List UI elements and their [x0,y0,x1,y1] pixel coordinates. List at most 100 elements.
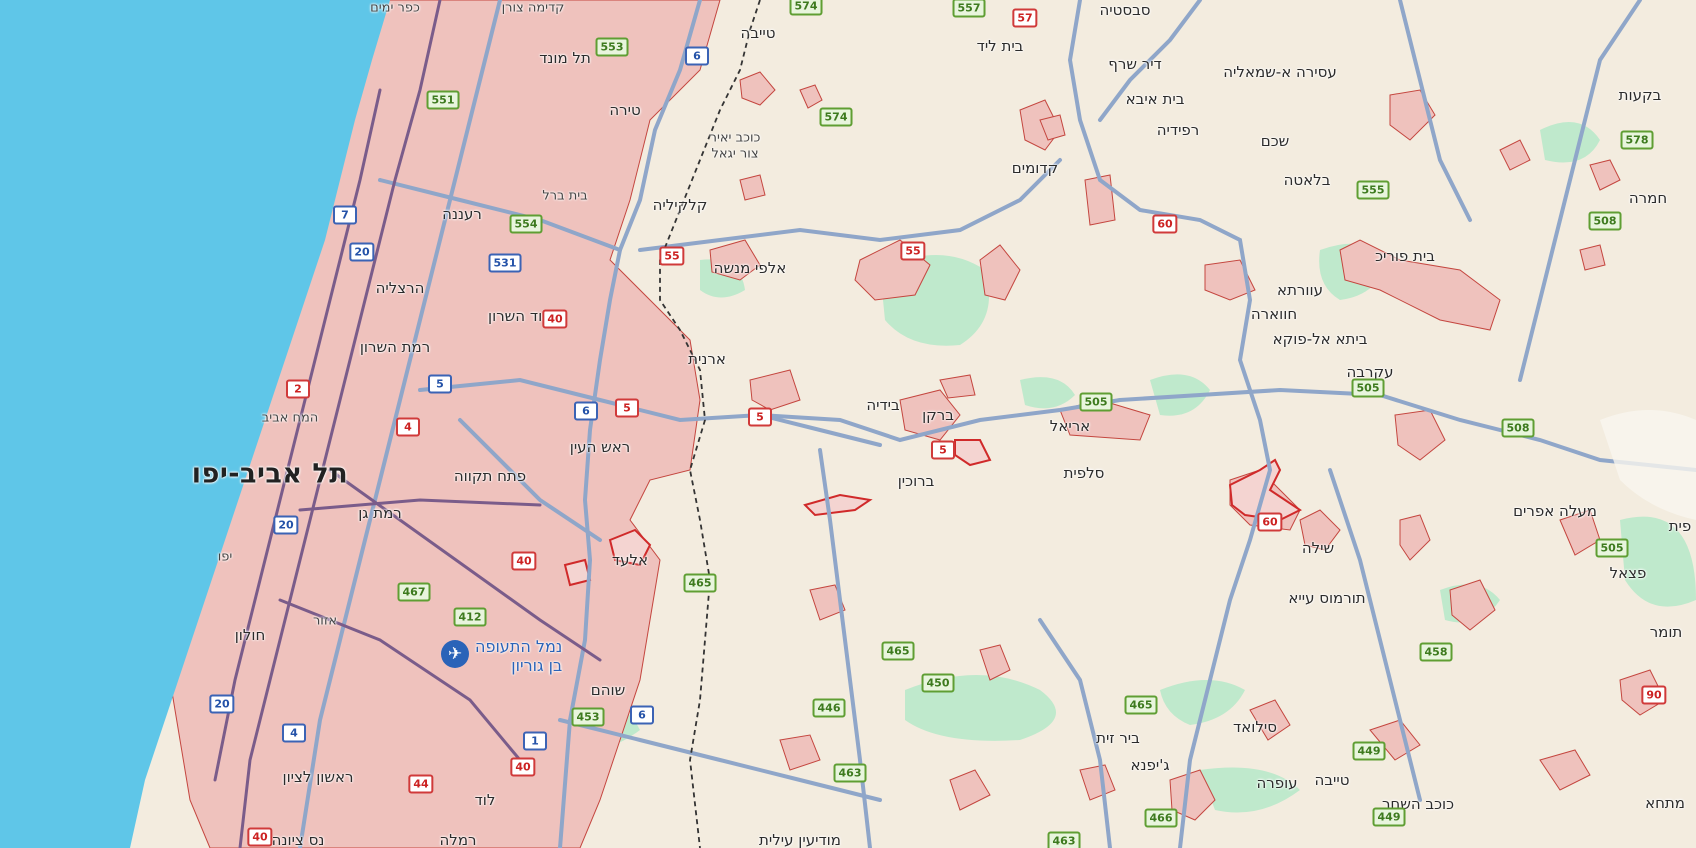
place-label[interactable]: בית ליד [977,37,1024,55]
place-label[interactable]: תומר [1650,623,1683,641]
route-shield-green[interactable]: 574 [789,0,823,16]
route-shield-green[interactable]: 412 [453,607,487,627]
place-label[interactable]: שילה [1302,539,1334,557]
place-label[interactable]: אזור [313,614,337,629]
place-label[interactable]: המח אביב [262,411,319,426]
place-label[interactable]: רעננה [442,205,482,223]
place-label[interactable]: טייבה [741,24,776,42]
route-shield-blue[interactable]: 6 [630,705,654,725]
place-label[interactable]: סלפית [1064,464,1105,482]
route-shield-blue[interactable]: 4 [282,723,306,743]
place-label[interactable]: נס ציונה [272,831,325,848]
route-shield-blue[interactable]: 6 [574,401,598,421]
place-label[interactable]: בית פוריכ [1375,247,1435,265]
route-shield-green[interactable]: 557 [952,0,986,18]
route-shield-red[interactable]: 60 [1152,214,1178,234]
place-label[interactable]: ברקן [922,406,954,424]
place-label[interactable]: מודיעין עילית [759,831,841,848]
place-label[interactable]: פתח תקווה [454,467,526,485]
place-label[interactable]: חמרה [1629,189,1667,207]
place-label[interactable]: ראש העין [570,438,631,456]
place-label[interactable]: פית [1669,517,1692,535]
place-label[interactable]: חולון [235,626,266,644]
route-shield-green[interactable]: 505 [1351,378,1385,398]
route-shield-green[interactable]: 578 [1620,130,1654,150]
route-shield-blue[interactable]: 531 [488,253,522,273]
route-shield-green[interactable]: 505 [1595,538,1629,558]
route-shield-red[interactable]: 2 [286,379,310,399]
place-label[interactable]: אריאל [1050,417,1090,435]
place-label[interactable]: הרצליה [376,279,425,297]
route-shield-red[interactable]: 57 [1012,8,1038,28]
place-label[interactable]: בקעות [1619,86,1662,104]
place-label[interactable]: מעלה אפרים [1513,502,1597,520]
place-label[interactable]: דיר שרף [1108,55,1161,73]
place-label[interactable]: תל מונד [539,49,591,67]
route-shield-red[interactable]: 40 [247,827,273,847]
map-view[interactable]: כפר ימים קדימה צורן טייבה תל מונד טירה כוכב י… [0,0,1696,848]
place-label[interactable]: לוד [475,791,496,809]
place-label[interactable]: אלעד [612,551,648,569]
place-label[interactable]: בית איבא [1126,90,1185,108]
route-shield-red[interactable]: 5 [748,407,772,427]
place-label[interactable]: חווארה [1251,305,1297,323]
route-shield-green[interactable]: 463 [833,763,867,783]
route-shield-green[interactable]: 465 [683,573,717,593]
place-label[interactable]: תל אביב-יפו [192,459,348,490]
place-label[interactable]: צור יגאל [711,147,758,162]
route-shield-blue[interactable]: 5 [428,374,452,394]
place-label[interactable]: אלפי מנשה [714,259,787,277]
place-label[interactable]: ראשון לציון [282,768,353,786]
place-label[interactable]: טירה [609,101,640,119]
route-shield-green[interactable]: 574 [819,107,853,127]
route-shield-blue[interactable]: 20 [209,694,235,714]
route-shield-blue[interactable]: 20 [273,515,299,535]
place-label[interactable]: שוהם [591,681,625,699]
route-shield-blue[interactable]: 6 [685,46,709,66]
route-shield-green[interactable]: 465 [1124,695,1158,715]
route-shield-green[interactable]: 449 [1352,741,1386,761]
place-label[interactable]: עוורתא [1277,281,1323,299]
route-shield-green[interactable]: 450 [921,673,955,693]
place-label[interactable]: ברוכין [898,472,935,490]
place-label[interactable]: עופרה [1256,774,1297,792]
route-shield-green[interactable]: 465 [881,641,915,661]
place-label[interactable]: כפר ימים [370,1,420,16]
place-label[interactable]: סילואד [1233,718,1277,736]
route-shield-green[interactable]: 505 [1079,392,1113,412]
place-label[interactable]: רמלה [440,831,477,848]
route-shield-green[interactable]: 553 [595,37,629,57]
place-label[interactable]: רמת השרון [360,338,430,356]
place-label[interactable]: בלאטה [1284,171,1331,189]
route-shield-red[interactable]: 40 [511,551,537,571]
route-shield-red[interactable]: 40 [542,309,568,329]
place-label[interactable]: סבסטיה [1099,1,1150,19]
route-shield-green[interactable]: 467 [397,582,431,602]
place-label[interactable]: כוכב יאיר [710,131,761,146]
route-shield-blue[interactable]: 1 [523,731,547,751]
place-label[interactable]: בידיה [866,396,899,414]
route-shield-red[interactable]: 44 [408,774,434,794]
route-shield-green[interactable]: 508 [1588,211,1622,231]
route-shield-red[interactable]: 4 [396,417,420,437]
place-label[interactable]: קדומים [1012,159,1058,177]
route-shield-green[interactable]: 446 [812,698,846,718]
place-label[interactable]: יפו [218,550,233,565]
place-label[interactable]: רפידיה [1157,121,1200,139]
place-label[interactable]: קלקיליה [653,196,708,214]
route-shield-red[interactable]: 55 [900,241,926,261]
route-shield-red[interactable]: 5 [931,440,955,460]
place-label[interactable]: בית ברל [542,189,587,204]
place-label[interactable]: פצאל [1610,564,1647,582]
route-shield-blue[interactable]: 20 [349,242,375,262]
place-label[interactable]: עסירה א-שמאליה [1223,63,1336,81]
place-label[interactable]: ארנית [688,350,726,368]
route-shield-green[interactable]: 458 [1419,642,1453,662]
route-shield-green[interactable]: 554 [509,214,543,234]
route-shield-red[interactable]: 5 [615,398,639,418]
route-shield-green[interactable]: 508 [1501,418,1535,438]
route-shield-red[interactable]: 55 [659,246,685,266]
airport-icon[interactable]: ✈ [441,640,469,668]
place-label[interactable]: שכם [1261,132,1290,150]
route-shield-red[interactable]: 40 [510,757,536,777]
